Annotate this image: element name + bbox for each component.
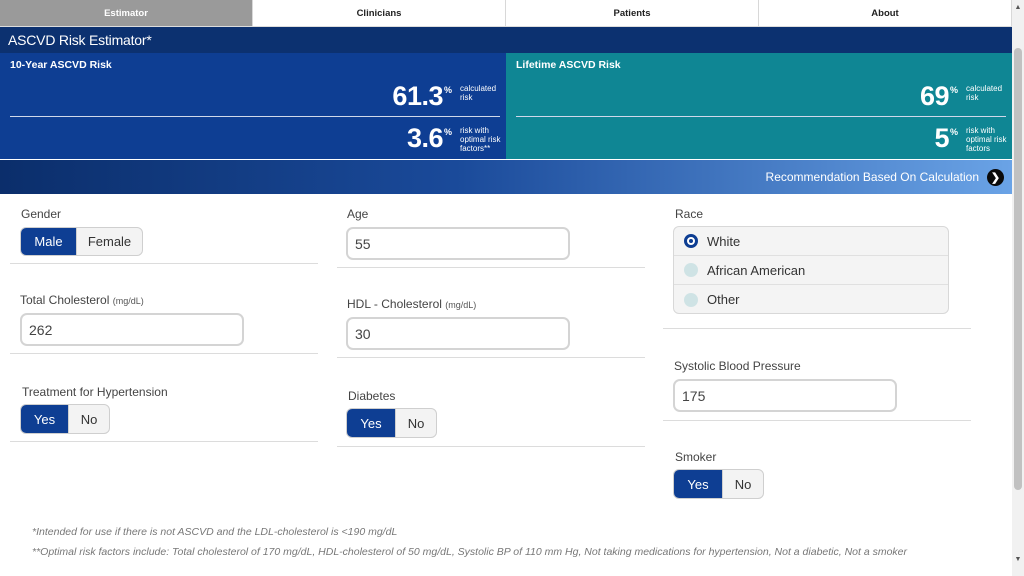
radio-icon[interactable] [684,292,698,307]
divider [337,357,645,358]
diabetes-no-button[interactable]: No [395,409,436,437]
total-cholesterol-input[interactable]: 262 [20,313,244,346]
percent-sign: % [949,85,958,95]
divider [10,263,318,264]
hdl-input[interactable]: 30 [346,317,570,350]
hypertension-yes-button[interactable]: Yes [21,405,68,433]
optimal-risk-label: risk with optimal risk factors [966,126,1007,153]
race-option-label: African American [707,262,806,278]
race-label: Race [675,207,704,221]
recommendation-label: Recommendation Based On Calculation [765,170,979,184]
sbp-input[interactable]: 175 [673,379,897,412]
divider [337,267,645,268]
gender-label: Gender [21,207,62,221]
tab-clinicians[interactable]: Clinicians [253,0,506,26]
footnote-optimal-factors: **Optimal risk factors include: Total ch… [32,546,908,558]
ten-year-calculated-value: 61.3 [392,81,443,111]
lifetime-calculated-value: 69 [919,81,950,111]
ten-year-optimal-value: 3.6 [406,123,444,153]
ten-year-optimal-row: 3.6 % risk with optimal risk factors** [406,123,506,154]
race-option-african-american[interactable]: African American [674,256,948,285]
hdl-unit: (mg/dL) [445,300,477,310]
page-title: ASCVD Risk Estimator* [0,27,1012,53]
lifetime-risk-panel: Lifetime ASCVD Risk 69 % calculated risk… [506,53,1012,159]
calculated-risk-label: calculated risk [460,84,497,102]
smoker-yes-button[interactable]: Yes [674,470,722,498]
race-option-label: Other [707,292,740,307]
tab-patients[interactable]: Patients [506,0,759,26]
hypertension-label: Treatment for Hypertension [22,385,168,399]
smoker-no-button[interactable]: No [722,470,763,498]
risk-divider [516,116,1006,117]
hypertension-no-button[interactable]: No [68,405,109,433]
hypertension-toggle: Yes No [20,404,110,434]
radio-icon[interactable] [684,263,698,277]
tab-about[interactable]: About [759,0,1012,26]
race-option-other[interactable]: Other [674,285,948,313]
diabetes-label: Diabetes [348,389,396,403]
tab-estimator[interactable]: Estimator [0,0,253,26]
radio-selected-icon[interactable] [684,234,698,248]
recommendation-bar[interactable]: Recommendation Based On Calculation ❯ [0,160,1012,194]
gender-toggle: Male Female [20,227,143,256]
race-option-white[interactable]: White [674,227,948,256]
smoker-label: Smoker [675,450,717,464]
gender-male-button[interactable]: Male [21,228,76,255]
scroll-down-icon[interactable]: ▼ [1012,552,1024,566]
total-cholesterol-unit: (mg/dL) [112,296,144,306]
footnote-intended-use: *Intended for use if there is not ASCVD … [32,526,398,538]
divider [663,420,971,421]
divider [10,353,318,354]
risk-divider [10,116,500,117]
percent-sign: % [443,85,452,95]
scroll-up-icon[interactable]: ▲ [1012,0,1024,14]
top-nav: Estimator Clinicians Patients About [0,0,1012,27]
calculated-risk-label: calculated risk [966,84,1003,102]
race-radio-group: White African American Other [673,226,949,314]
percent-sign: % [443,127,452,137]
percent-sign: % [949,127,958,137]
lifetime-calculated-row: 69 % calculated risk [920,83,1012,110]
total-cholesterol-label: Total Cholesterol (mg/dL) [20,293,144,307]
divider [10,441,318,442]
ten-year-risk-panel: 10-Year ASCVD Risk 61.3 % calculated ris… [0,53,506,159]
ten-year-risk-title: 10-Year ASCVD Risk [10,59,112,71]
chevron-right-icon[interactable]: ❯ [987,168,1004,186]
diabetes-yes-button[interactable]: Yes [347,409,395,437]
smoker-toggle: Yes No [673,469,764,499]
age-label: Age [347,207,369,221]
hdl-label-text: HDL - Cholesterol [347,297,442,311]
hdl-label: HDL - Cholesterol (mg/dL) [347,297,476,311]
optimal-risk-label: risk with optimal risk factors** [460,126,501,153]
lifetime-risk-title: Lifetime ASCVD Risk [516,59,621,71]
sbp-label: Systolic Blood Pressure [674,359,801,373]
vertical-scrollbar[interactable]: ▲ ▼ [1012,0,1024,576]
scrollbar-thumb[interactable] [1014,48,1022,490]
race-option-label: White [707,233,741,249]
ten-year-calculated-row: 61.3 % calculated risk [392,83,506,110]
lifetime-optimal-row: 5 % risk with optimal risk factors [934,123,1012,154]
diabetes-toggle: Yes No [346,408,437,438]
age-input[interactable]: 55 [346,227,570,260]
divider [337,446,645,447]
gender-female-button[interactable]: Female [76,228,142,255]
lifetime-optimal-value: 5 [934,123,949,153]
divider [663,328,971,329]
total-cholesterol-label-text: Total Cholesterol [20,293,110,307]
